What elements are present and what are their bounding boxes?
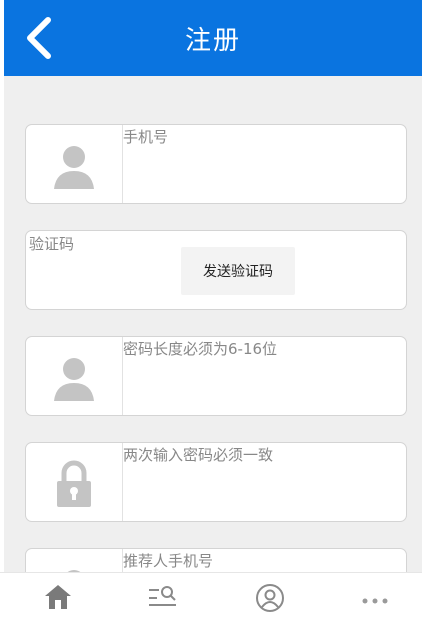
header-bar: 注册 bbox=[4, 0, 422, 76]
tab-profile[interactable] bbox=[240, 573, 300, 621]
home-icon bbox=[45, 585, 71, 609]
search-list-icon bbox=[149, 586, 176, 606]
tab-search-list[interactable] bbox=[132, 573, 192, 621]
referrer-icon-box bbox=[26, 549, 123, 572]
registration-form: 手机号 验证码 发送验证码 密码长度必须为6-16位 两次输入密码必须一致 推荐… bbox=[4, 76, 422, 572]
password-placeholder[interactable]: 密码长度必须为6-16位 bbox=[123, 338, 277, 359]
user-icon bbox=[54, 358, 94, 401]
more-icon bbox=[362, 598, 388, 604]
verification-code-placeholder[interactable]: 验证码 bbox=[29, 233, 74, 254]
phone-placeholder[interactable]: 手机号 bbox=[123, 126, 168, 147]
page-title: 注册 bbox=[184, 26, 241, 56]
lock-icon bbox=[57, 460, 91, 507]
confirm-password-icon-box bbox=[26, 443, 123, 521]
confirm-password-placeholder[interactable]: 两次输入密码必须一致 bbox=[123, 444, 273, 465]
tab-home[interactable] bbox=[28, 573, 88, 621]
password-icon-box bbox=[26, 337, 123, 415]
phone-icon-box bbox=[26, 125, 123, 203]
confirm-password-field: 两次输入密码必须一致 bbox=[25, 442, 407, 522]
tab-more[interactable] bbox=[345, 573, 405, 621]
bottom-navigation bbox=[0, 572, 422, 621]
password-field: 密码长度必须为6-16位 bbox=[25, 336, 407, 416]
referrer-phone-placeholder[interactable]: 推荐人手机号 bbox=[123, 550, 213, 571]
phone-field: 手机号 bbox=[25, 124, 407, 204]
verification-code-field: 验证码 发送验证码 bbox=[25, 230, 407, 310]
user-icon bbox=[67, 570, 81, 572]
user-circle-icon bbox=[256, 584, 284, 612]
user-icon bbox=[54, 146, 94, 189]
send-code-button[interactable]: 发送验证码 bbox=[181, 247, 295, 295]
referrer-phone-field: 推荐人手机号 bbox=[25, 548, 407, 572]
